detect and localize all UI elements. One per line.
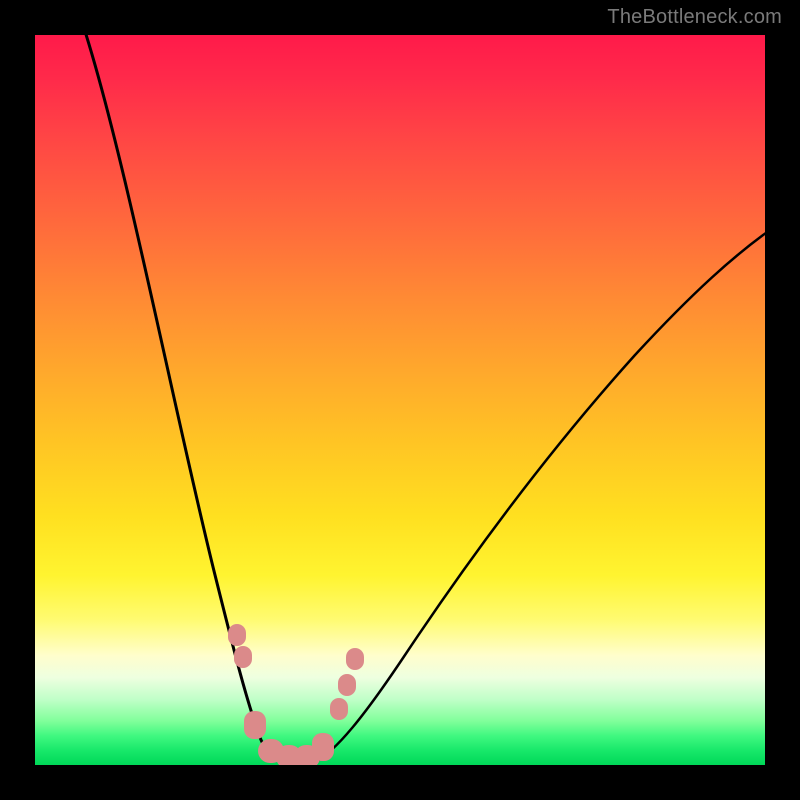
data-marker <box>312 733 334 761</box>
data-marker <box>228 624 246 646</box>
data-marker <box>234 646 252 668</box>
data-marker <box>346 648 364 670</box>
plot-area <box>35 35 765 765</box>
marker-cluster <box>35 35 765 765</box>
outer-frame: TheBottleneck.com <box>0 0 800 800</box>
data-marker <box>338 674 356 696</box>
data-marker <box>330 698 348 720</box>
watermark-text: TheBottleneck.com <box>607 6 782 29</box>
data-marker <box>244 711 266 739</box>
